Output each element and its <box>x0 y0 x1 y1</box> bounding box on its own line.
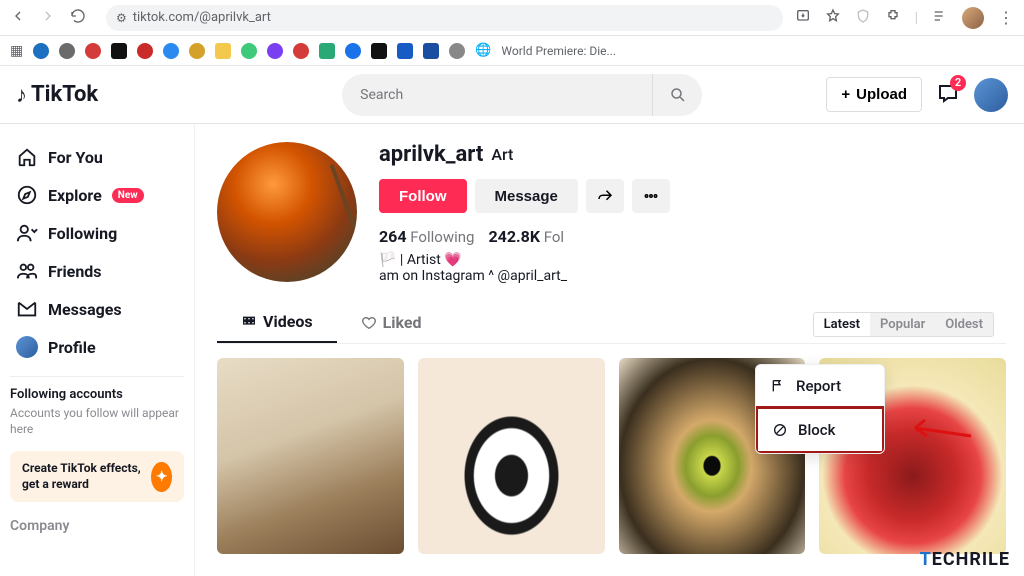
bookmark-icon[interactable] <box>215 43 231 59</box>
bookmarks-bar: ▦ 🌐 World Premiere: Die... <box>0 36 1024 66</box>
browser-toolbar: ⚙ tiktok.com/@aprilvk_art | ⋮ <box>0 0 1024 36</box>
sidebar-item-following[interactable]: Following <box>10 214 184 252</box>
sidebar-item-friends[interactable]: Friends <box>10 252 184 290</box>
profile-avatar-icon <box>16 336 38 358</box>
profile-content: aprilvk_art Art Follow Message 264 Follo… <box>195 124 1024 576</box>
sort-control: Latest Popular Oldest <box>813 312 994 337</box>
sort-latest[interactable]: Latest <box>814 313 870 336</box>
user-avatar[interactable] <box>974 78 1008 112</box>
dropdown-block[interactable]: Block <box>755 406 885 454</box>
inbox-button[interactable]: 2 <box>936 81 960 109</box>
bookmark-icon[interactable] <box>293 43 309 59</box>
url-bar[interactable]: ⚙ tiktok.com/@aprilvk_art <box>106 5 783 31</box>
search-placeholder: Search <box>360 87 684 103</box>
bookmark-icon[interactable] <box>319 43 335 59</box>
more-dropdown: Report Block <box>755 364 885 454</box>
follow-button[interactable]: Follow <box>379 179 467 213</box>
bookmark-icon[interactable] <box>85 43 101 59</box>
annotation-arrow <box>903 406 973 450</box>
bookmark-icon[interactable] <box>241 43 257 59</box>
reading-list-icon[interactable] <box>932 8 948 28</box>
back-icon[interactable] <box>10 8 26 28</box>
effects-icon: ✦ <box>151 462 172 492</box>
shield-icon[interactable] <box>855 8 871 28</box>
site-settings-icon[interactable]: ⚙ <box>116 11 127 25</box>
bookmark-icon[interactable] <box>111 43 127 59</box>
bookmark-star-icon[interactable] <box>825 8 841 28</box>
sort-popular[interactable]: Popular <box>870 313 935 336</box>
tab-liked[interactable]: Liked <box>337 303 446 342</box>
tiktok-logo[interactable]: ♪ TikTok <box>16 82 98 108</box>
bookmark-icon[interactable] <box>189 43 205 59</box>
company-link[interactable]: Company <box>10 518 184 534</box>
bookmark-icon[interactable] <box>449 43 465 59</box>
effects-card[interactable]: Create TikTok effects, get a reward ✦ <box>10 451 184 502</box>
bookmark-icon[interactable] <box>397 43 413 59</box>
sidebar-item-profile[interactable]: Profile <box>10 328 184 366</box>
bio: 🏳️ | Artist 💗 am on Instagram ^ @april_a… <box>379 252 670 284</box>
profile-picture[interactable] <box>217 142 357 282</box>
video-thumbnail[interactable] <box>217 358 404 554</box>
plus-icon: + <box>841 86 850 103</box>
bookmark-icon[interactable] <box>137 43 153 59</box>
following-accounts-title: Following accounts <box>10 387 184 402</box>
video-thumbnail[interactable] <box>418 358 605 554</box>
bookmark-icon[interactable] <box>423 43 439 59</box>
reload-icon[interactable] <box>70 8 86 28</box>
dropdown-report[interactable]: Report <box>756 365 884 407</box>
sidebar-item-for-you[interactable]: For You <box>10 138 184 176</box>
globe-icon: 🌐 <box>475 43 491 58</box>
message-button[interactable]: Message <box>475 179 578 213</box>
bookmark-icon[interactable] <box>371 43 387 59</box>
url-text: tiktok.com/@aprilvk_art <box>133 10 271 25</box>
search-icon[interactable] <box>652 74 702 116</box>
sidebar: For You Explore New Following Friends Me… <box>0 124 195 576</box>
display-name: Art <box>491 145 513 164</box>
sidebar-item-messages[interactable]: Messages <box>10 290 184 328</box>
tab-videos[interactable]: Videos <box>217 302 337 343</box>
search-input[interactable]: Search <box>342 74 702 116</box>
watermark: TECHRILE <box>920 549 1010 570</box>
chrome-menu-icon[interactable]: ⋮ <box>998 8 1014 27</box>
browser-profile-avatar[interactable] <box>962 7 984 29</box>
sort-oldest[interactable]: Oldest <box>935 313 993 336</box>
bookmark-icon[interactable] <box>163 43 179 59</box>
extensions-icon[interactable] <box>885 8 901 28</box>
upload-button[interactable]: + Upload <box>826 77 922 112</box>
following-accounts-text: Accounts you follow will appear here <box>10 406 184 437</box>
video-grid <box>217 358 1006 554</box>
bookmark-icon[interactable] <box>345 43 361 59</box>
site-header: ♪ TikTok Search + Upload 2 <box>0 66 1024 124</box>
followers-count[interactable]: 242.8K <box>488 227 540 246</box>
share-button[interactable] <box>586 179 624 213</box>
bookmark-icon[interactable] <box>33 43 49 59</box>
following-count[interactable]: 264 <box>379 227 407 246</box>
bookmark-icon[interactable] <box>267 43 283 59</box>
username: aprilvk_art <box>379 142 483 167</box>
forward-icon[interactable] <box>40 8 56 28</box>
inbox-badge: 2 <box>950 75 966 91</box>
more-button[interactable] <box>632 179 670 213</box>
sidebar-item-explore[interactable]: Explore New <box>10 176 184 214</box>
new-badge: New <box>112 188 144 203</box>
tabs: Videos Liked Latest Popular Oldest <box>217 302 1006 344</box>
install-icon[interactable] <box>795 8 811 28</box>
music-note-icon: ♪ <box>16 82 27 108</box>
bookmark-icon[interactable] <box>59 43 75 59</box>
bookmark-label[interactable]: World Premiere: Die... <box>501 44 616 58</box>
apps-icon[interactable]: ▦ <box>10 43 23 59</box>
